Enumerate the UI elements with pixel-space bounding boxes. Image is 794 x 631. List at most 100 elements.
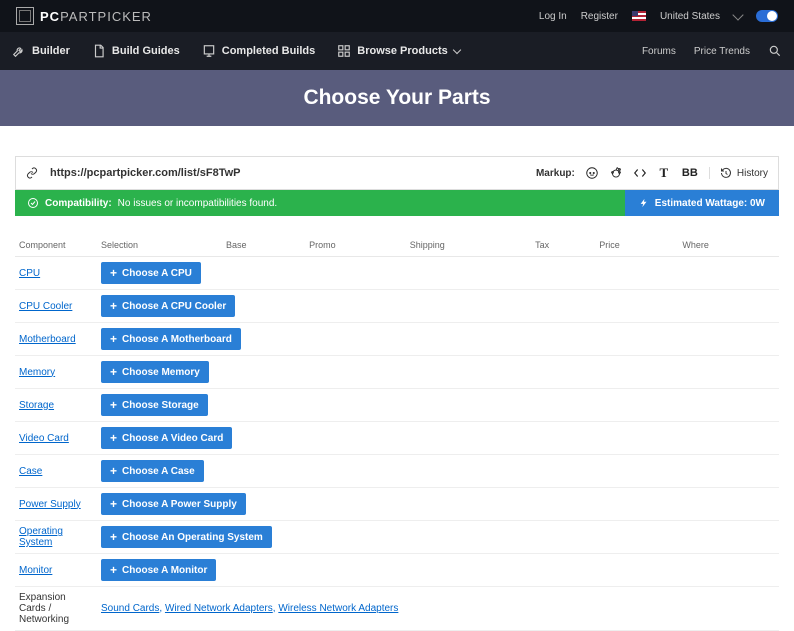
component-link[interactable]: CPU xyxy=(19,268,40,279)
nav-browse[interactable]: Browse Products xyxy=(337,44,459,58)
check-circle-icon xyxy=(27,197,39,209)
flag-icon xyxy=(632,11,646,21)
choose-button[interactable]: + Choose An Operating System xyxy=(101,526,272,548)
choose-button[interactable]: +Choose Storage xyxy=(101,394,208,416)
nav-builder-label: Builder xyxy=(32,45,70,57)
component-link[interactable]: Monitor xyxy=(19,565,52,576)
component-link[interactable]: Video Card xyxy=(19,433,69,444)
choose-label: Choose A Case xyxy=(122,466,195,477)
th-shipping: Shipping xyxy=(406,234,531,257)
component-link[interactable]: Operating System xyxy=(19,526,63,548)
reddit-icon[interactable] xyxy=(609,166,623,180)
theme-toggle[interactable] xyxy=(756,10,778,22)
component-link[interactable]: Memory xyxy=(19,367,55,378)
component-link[interactable]: Motherboard xyxy=(19,334,76,345)
table-row: Motherboard + Choose A Motherboard xyxy=(15,323,779,356)
choose-button[interactable]: +Choose A Power Supply xyxy=(101,493,246,515)
register-link[interactable]: Register xyxy=(581,11,618,22)
expansion-link[interactable]: Wired Network Adapters xyxy=(165,603,273,614)
topbar: PCPARTPICKER Log In Register United Stat… xyxy=(0,0,794,32)
expansion-link[interactable]: Wireless Network Adapters xyxy=(278,603,398,614)
plus-icon: + xyxy=(110,498,117,510)
wattage-status[interactable]: Estimated Wattage: 0W xyxy=(625,190,779,216)
choose-button[interactable]: + Choose A Motherboard xyxy=(101,328,241,350)
brand-main: PARTPICKER xyxy=(60,9,152,24)
markup-section: Markup: T BB History xyxy=(536,166,768,180)
brand-prefix: PC xyxy=(40,9,60,24)
choose-label: Choose A Motherboard xyxy=(122,334,232,345)
reddit-alien-icon[interactable] xyxy=(585,166,599,180)
plus-icon: + xyxy=(110,267,117,279)
th-component: Component xyxy=(15,234,97,257)
compat-msg: No issues or incompatibilities found. xyxy=(118,198,278,209)
th-where: Where xyxy=(678,234,779,257)
history-button[interactable]: History xyxy=(709,167,768,179)
choose-button[interactable]: + Choose A CPU xyxy=(101,262,201,284)
table-row: Memory +Choose Memory xyxy=(15,356,779,389)
topbar-right: Log In Register United States xyxy=(539,10,778,22)
hero: Choose Your Parts xyxy=(0,70,794,126)
choose-button[interactable]: +Choose Memory xyxy=(101,361,209,383)
logo[interactable]: PCPARTPICKER xyxy=(16,7,152,25)
component-link[interactable]: CPU Cooler xyxy=(19,301,72,312)
th-base: Base xyxy=(222,234,305,257)
navbar: Builder Build Guides Completed Builds Br… xyxy=(0,32,794,70)
compatibility-status: Compatibility: No issues or incompatibil… xyxy=(15,190,625,216)
history-label: History xyxy=(737,168,768,179)
table-row: CPU Cooler +Choose A CPU Cooler xyxy=(15,290,779,323)
choose-label: Choose Memory xyxy=(122,367,200,378)
text-markup-icon[interactable]: T xyxy=(657,166,671,180)
table-row: Storage +Choose Storage xyxy=(15,389,779,422)
choose-button[interactable]: +Choose A Monitor xyxy=(101,559,216,581)
choose-button[interactable]: + Choose A Case xyxy=(101,460,204,482)
plus-icon: + xyxy=(110,432,117,444)
logo-icon xyxy=(16,7,34,25)
choose-button[interactable]: +Choose A CPU Cooler xyxy=(101,295,235,317)
nav-builder[interactable]: Builder xyxy=(12,44,70,58)
expansion-links: Sound Cards, Wired Network Adapters, Wir… xyxy=(97,587,779,631)
markup-label: Markup: xyxy=(536,168,575,179)
link-icon xyxy=(26,167,38,179)
nav-browse-label: Browse Products xyxy=(357,45,447,57)
nav-guides-label: Build Guides xyxy=(112,45,180,57)
table-row: Monitor +Choose A Monitor xyxy=(15,554,779,587)
chevron-down-icon xyxy=(732,9,743,20)
nav-left: Builder Build Guides Completed Builds Br… xyxy=(12,44,460,58)
nav-guides[interactable]: Build Guides xyxy=(92,44,180,58)
html-icon[interactable] xyxy=(633,166,647,180)
component-link[interactable]: Storage xyxy=(19,400,54,411)
plus-icon: + xyxy=(110,531,117,543)
parts-table: Component Selection Base Promo Shipping … xyxy=(15,234,779,631)
table-row: Case + Choose A Case xyxy=(15,455,779,488)
choose-label: Choose Storage xyxy=(122,400,199,411)
country-select[interactable]: United States xyxy=(660,11,720,22)
plus-icon: + xyxy=(110,333,117,345)
component-link[interactable]: Power Supply xyxy=(19,499,81,510)
grid-icon xyxy=(337,44,351,58)
table-row: CPU + Choose A CPU xyxy=(15,257,779,290)
choose-button[interactable]: + Choose A Video Card xyxy=(101,427,232,449)
plus-icon: + xyxy=(110,465,117,477)
choose-label: Choose A Video Card xyxy=(122,433,223,444)
nav-completed[interactable]: Completed Builds xyxy=(202,44,316,58)
component-link[interactable]: Case xyxy=(19,466,42,477)
bolt-icon xyxy=(639,198,649,208)
search-icon[interactable] xyxy=(768,44,782,58)
login-link[interactable]: Log In xyxy=(539,11,567,22)
doc-icon xyxy=(92,44,106,58)
permalink[interactable]: https://pcpartpicker.com/list/sF8TwP xyxy=(50,167,241,179)
nav-trends[interactable]: Price Trends xyxy=(694,46,750,57)
bbcode-icon[interactable]: BB xyxy=(681,166,699,180)
table-row: Video Card + Choose A Video Card xyxy=(15,422,779,455)
table-row: Power Supply +Choose A Power Supply xyxy=(15,488,779,521)
th-price: Price xyxy=(595,234,678,257)
choose-label: Choose A CPU xyxy=(122,268,192,279)
nav-forums[interactable]: Forums xyxy=(642,46,676,57)
page-title: Choose Your Parts xyxy=(303,86,490,110)
choose-label: Choose An Operating System xyxy=(122,532,263,543)
expansion-link[interactable]: Sound Cards xyxy=(101,603,159,614)
choose-label: Choose A CPU Cooler xyxy=(122,301,226,312)
choose-label: Choose A Monitor xyxy=(122,565,207,576)
compat-label: Compatibility: xyxy=(45,198,112,209)
th-selection: Selection xyxy=(97,234,222,257)
